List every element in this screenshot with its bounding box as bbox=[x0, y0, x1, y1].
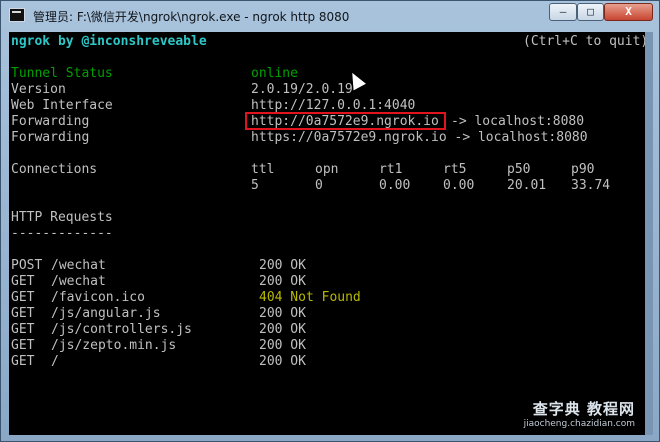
forwarding-http-target: -> localhost:8080 bbox=[451, 114, 585, 129]
request-path: / bbox=[51, 354, 59, 369]
request-method: GET bbox=[11, 290, 35, 305]
http-requests-underline-line: ------------- bbox=[11, 226, 645, 242]
console-app-icon bbox=[9, 8, 25, 22]
window-title: 管理员: F:\微信开发\ngrok\ngrok.exe - ngrok htt… bbox=[33, 10, 350, 24]
http-requests-underline: ------------- bbox=[11, 226, 113, 241]
close-button[interactable]: X bbox=[604, 3, 653, 21]
http-requests-title: HTTP Requests bbox=[11, 210, 113, 225]
request-row: GET /js/zepto.min.js 200 OK bbox=[11, 338, 645, 354]
conn-value-ttl: 5 bbox=[251, 178, 259, 193]
forwarding-label-2: Forwarding bbox=[11, 130, 90, 145]
connections-values-line: 5 0 0.00 0.00 20.01 33.74 bbox=[11, 178, 645, 194]
request-path: /wechat bbox=[51, 274, 106, 289]
request-path: /favicon.ico bbox=[51, 290, 145, 305]
quit-hint: (Ctrl+C to quit) bbox=[523, 34, 645, 49]
site-watermark: 查字典 教程网 jiaocheng.chazidian.com bbox=[524, 398, 635, 429]
request-row: GET /favicon.ico 404 Not Found bbox=[11, 290, 645, 306]
request-status-error: 404 Not Found bbox=[259, 290, 361, 305]
conn-header-p50: p50 bbox=[507, 162, 531, 177]
request-path: /wechat bbox=[51, 258, 106, 273]
version-label: Version bbox=[11, 82, 66, 97]
console-window: 管理员: F:\微信开发\ngrok\ngrok.exe - ngrok htt… bbox=[0, 0, 660, 442]
forwarding-label: Forwarding bbox=[11, 114, 90, 129]
version-value: 2.0.19/2.0.19 bbox=[251, 82, 353, 97]
console-output[interactable]: ngrok by @inconshreveable (Ctrl+C to qui… bbox=[9, 32, 645, 435]
request-status: 200 OK bbox=[259, 306, 306, 321]
conn-value-opn: 0 bbox=[315, 178, 323, 193]
connections-label: Connections bbox=[11, 162, 98, 177]
tunnel-status-value: online bbox=[251, 66, 298, 81]
conn-header-ttl: ttl bbox=[251, 162, 275, 177]
vertical-scrollbar[interactable] bbox=[645, 32, 653, 435]
version-line: Version 2.0.19/2.0.19 bbox=[11, 82, 645, 98]
request-status: 200 OK bbox=[259, 338, 306, 353]
request-method: GET bbox=[11, 274, 35, 289]
forwarding-https-line: Forwarding https://0a7572e9.ngrok.io -> … bbox=[11, 130, 645, 146]
request-method: GET bbox=[11, 338, 35, 353]
maximize-button[interactable]: □ bbox=[577, 3, 604, 21]
request-row: POST /wechat 200 OK bbox=[11, 258, 645, 274]
conn-header-rt1: rt1 bbox=[379, 162, 403, 177]
tunnel-status-line: Tunnel Status online bbox=[11, 66, 645, 82]
request-path: /js/zepto.min.js bbox=[51, 338, 177, 353]
request-method: GET bbox=[11, 322, 35, 337]
conn-header-rt5: rt5 bbox=[443, 162, 467, 177]
console-header-line: ngrok by @inconshreveable (Ctrl+C to qui… bbox=[11, 34, 645, 50]
watermark-title: 查字典 教程网 bbox=[532, 400, 635, 418]
forwarding-url-highlight-box bbox=[245, 112, 446, 130]
request-method: GET bbox=[11, 306, 35, 321]
request-row: GET / 200 OK bbox=[11, 354, 645, 370]
request-status: 200 OK bbox=[259, 258, 306, 273]
web-interface-label: Web Interface bbox=[11, 98, 113, 113]
http-requests-title-line: HTTP Requests bbox=[11, 210, 645, 226]
conn-header-p90: p90 bbox=[571, 162, 595, 177]
conn-value-rt1: 0.00 bbox=[379, 178, 411, 193]
watermark-url: jiaocheng.chazidian.com bbox=[523, 419, 635, 429]
title-bar[interactable]: 管理员: F:\微信开发\ngrok\ngrok.exe - ngrok htt… bbox=[1, 1, 659, 32]
request-method: GET bbox=[11, 354, 35, 369]
forwarding-https: https://0a7572e9.ngrok.io -> localhost:8… bbox=[251, 130, 588, 145]
conn-value-p50: 20.01 bbox=[507, 178, 547, 193]
conn-value-rt5: 0.00 bbox=[443, 178, 475, 193]
console-header-title: ngrok by @inconshreveable bbox=[11, 34, 207, 49]
conn-value-p90: 33.74 bbox=[571, 178, 611, 193]
request-row: GET /js/controllers.js 200 OK bbox=[11, 322, 645, 338]
request-status: 200 OK bbox=[259, 322, 306, 337]
request-status: 200 OK bbox=[259, 274, 306, 289]
tunnel-status-label: Tunnel Status bbox=[11, 66, 113, 81]
request-status: 200 OK bbox=[259, 354, 306, 369]
request-path: /js/angular.js bbox=[51, 306, 161, 321]
request-row: GET /wechat 200 OK bbox=[11, 274, 645, 290]
request-path: /js/controllers.js bbox=[51, 322, 192, 337]
conn-header-opn: opn bbox=[315, 162, 339, 177]
connections-header-line: Connections ttl opn rt1 rt5 p50 p90 bbox=[11, 162, 645, 178]
minimize-button[interactable]: — bbox=[549, 3, 577, 21]
request-method: POST bbox=[11, 258, 43, 273]
request-row: GET /js/angular.js 200 OK bbox=[11, 306, 645, 322]
